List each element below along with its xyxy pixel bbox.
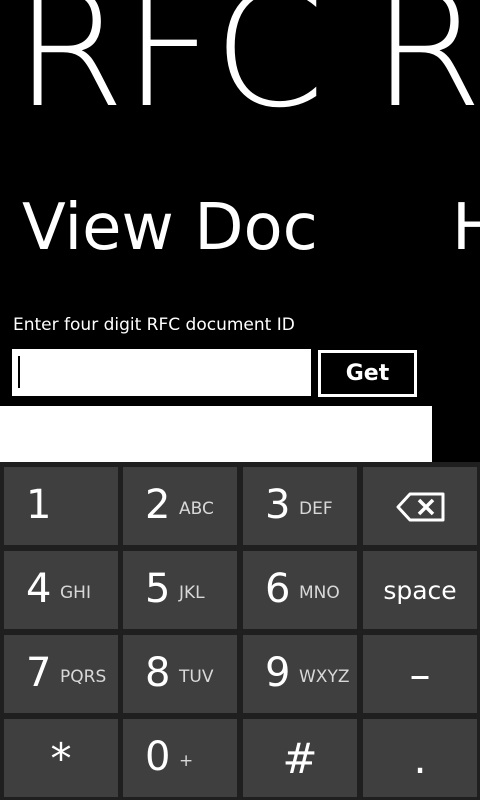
key-5[interactable]: 5 JKL bbox=[123, 551, 237, 629]
key-digit: 8 bbox=[145, 650, 171, 696]
key-asterisk[interactable]: * bbox=[4, 719, 118, 797]
key-digit: 4 bbox=[26, 566, 52, 612]
key-symbol: # bbox=[282, 733, 318, 783]
key-letters: JKL bbox=[179, 583, 205, 603]
key-letters: DEF bbox=[299, 499, 333, 519]
key-space[interactable]: space bbox=[363, 551, 477, 629]
pivot-header-view-doc[interactable]: View Doc bbox=[22, 196, 318, 260]
key-symbol: . bbox=[413, 733, 427, 783]
key-hash[interactable]: # bbox=[243, 719, 357, 797]
text-caret bbox=[18, 356, 20, 388]
key-period[interactable]: . bbox=[363, 719, 477, 797]
app-title: RFC R bbox=[14, 0, 480, 143]
key-letters: TUV bbox=[179, 667, 214, 687]
key-letters: + bbox=[179, 751, 194, 771]
key-digit: 2 bbox=[145, 482, 171, 528]
key-dash[interactable]: – bbox=[363, 635, 477, 713]
key-digit: 0 bbox=[145, 734, 171, 780]
key-0[interactable]: 0 + bbox=[123, 719, 237, 797]
key-6[interactable]: 6 MNO bbox=[243, 551, 357, 629]
app-root: RFC R View Doc H Enter four digit RFC do… bbox=[0, 0, 480, 800]
key-letters: MNO bbox=[299, 583, 340, 603]
key-letters: PQRS bbox=[60, 667, 107, 687]
backspace-icon bbox=[396, 492, 445, 522]
key-2[interactable]: 2 ABC bbox=[123, 467, 237, 545]
document-result-area bbox=[0, 406, 432, 466]
numeric-keypad: 1 2 ABC 3 DEF 4 GHI 5 JKL 6 MNO space 7 … bbox=[0, 462, 480, 800]
key-symbol: * bbox=[50, 733, 72, 783]
key-4[interactable]: 4 GHI bbox=[4, 551, 118, 629]
key-1[interactable]: 1 bbox=[4, 467, 118, 545]
pivot-header-next[interactable]: H bbox=[452, 196, 480, 260]
key-digit: 5 bbox=[145, 566, 171, 612]
key-backspace[interactable] bbox=[363, 467, 477, 545]
key-label: space bbox=[383, 575, 457, 605]
key-letters: WXYZ bbox=[299, 667, 350, 687]
get-button[interactable]: Get bbox=[318, 350, 417, 397]
document-id-input[interactable] bbox=[12, 349, 311, 396]
document-id-prompt: Enter four digit RFC document ID bbox=[13, 315, 295, 335]
key-3[interactable]: 3 DEF bbox=[243, 467, 357, 545]
key-digit: 7 bbox=[26, 650, 52, 696]
key-digit: 3 bbox=[265, 482, 291, 528]
key-digit: 9 bbox=[265, 650, 291, 696]
key-letters: GHI bbox=[60, 583, 91, 603]
key-9[interactable]: 9 WXYZ bbox=[243, 635, 357, 713]
key-7[interactable]: 7 PQRS bbox=[4, 635, 118, 713]
key-symbol: – bbox=[409, 649, 431, 699]
key-digit: 6 bbox=[265, 566, 291, 612]
key-letters: ABC bbox=[179, 499, 214, 519]
key-8[interactable]: 8 TUV bbox=[123, 635, 237, 713]
key-digit: 1 bbox=[26, 482, 52, 528]
